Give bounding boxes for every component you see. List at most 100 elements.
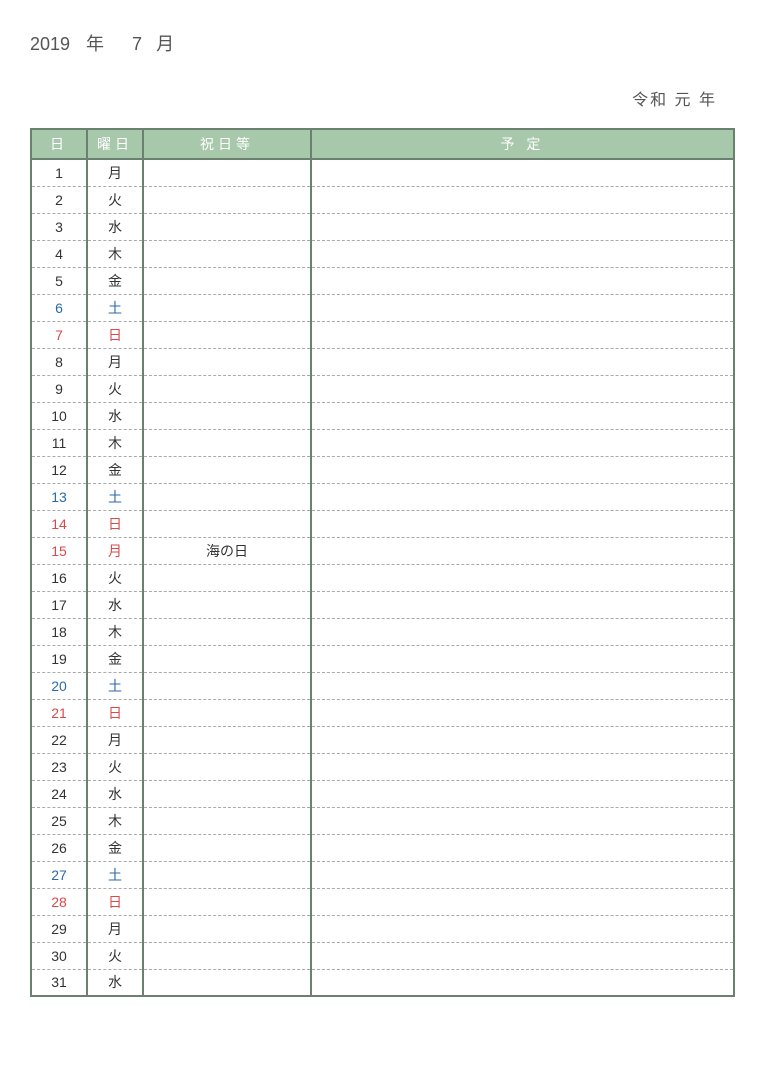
table-row: 3水 bbox=[31, 213, 734, 240]
table-row: 12金 bbox=[31, 456, 734, 483]
table-row: 13土 bbox=[31, 483, 734, 510]
holiday-cell bbox=[143, 915, 311, 942]
table-row: 28日 bbox=[31, 888, 734, 915]
holiday-cell bbox=[143, 942, 311, 969]
dow-cell: 火 bbox=[87, 564, 143, 591]
holiday-cell bbox=[143, 213, 311, 240]
table-row: 27土 bbox=[31, 861, 734, 888]
dow-cell: 水 bbox=[87, 402, 143, 429]
plan-cell bbox=[311, 645, 734, 672]
plan-cell bbox=[311, 186, 734, 213]
dow-cell: 水 bbox=[87, 213, 143, 240]
table-row: 11木 bbox=[31, 429, 734, 456]
dow-cell: 火 bbox=[87, 186, 143, 213]
dow-cell: 月 bbox=[87, 726, 143, 753]
year-value: 2019 bbox=[30, 34, 70, 55]
day-cell: 28 bbox=[31, 888, 87, 915]
plan-cell bbox=[311, 888, 734, 915]
month-label: 月 bbox=[156, 30, 174, 56]
plan-cell bbox=[311, 699, 734, 726]
dow-cell: 木 bbox=[87, 429, 143, 456]
dow-cell: 土 bbox=[87, 483, 143, 510]
plan-cell bbox=[311, 591, 734, 618]
day-cell: 1 bbox=[31, 159, 87, 186]
day-cell: 8 bbox=[31, 348, 87, 375]
header-row: 日 曜日 祝日等 予 定 bbox=[31, 129, 734, 159]
table-row: 22月 bbox=[31, 726, 734, 753]
dow-cell: 土 bbox=[87, 861, 143, 888]
holiday-cell bbox=[143, 186, 311, 213]
col-header-dow: 曜日 bbox=[87, 129, 143, 159]
day-cell: 5 bbox=[31, 267, 87, 294]
day-cell: 23 bbox=[31, 753, 87, 780]
dow-cell: 金 bbox=[87, 267, 143, 294]
dow-cell: 金 bbox=[87, 645, 143, 672]
plan-cell bbox=[311, 969, 734, 996]
holiday-cell bbox=[143, 564, 311, 591]
holiday-cell bbox=[143, 645, 311, 672]
plan-cell bbox=[311, 618, 734, 645]
dow-cell: 水 bbox=[87, 591, 143, 618]
day-cell: 26 bbox=[31, 834, 87, 861]
table-row: 16火 bbox=[31, 564, 734, 591]
plan-cell bbox=[311, 672, 734, 699]
day-cell: 22 bbox=[31, 726, 87, 753]
plan-cell bbox=[311, 375, 734, 402]
dow-cell: 火 bbox=[87, 753, 143, 780]
year-label: 年 bbox=[86, 30, 104, 56]
day-cell: 15 bbox=[31, 537, 87, 564]
holiday-cell bbox=[143, 483, 311, 510]
dow-cell: 土 bbox=[87, 294, 143, 321]
table-row: 19金 bbox=[31, 645, 734, 672]
day-cell: 2 bbox=[31, 186, 87, 213]
dow-cell: 木 bbox=[87, 240, 143, 267]
plan-cell bbox=[311, 834, 734, 861]
plan-cell bbox=[311, 753, 734, 780]
dow-cell: 火 bbox=[87, 942, 143, 969]
day-cell: 24 bbox=[31, 780, 87, 807]
day-cell: 6 bbox=[31, 294, 87, 321]
table-row: 8月 bbox=[31, 348, 734, 375]
plan-cell bbox=[311, 942, 734, 969]
table-row: 23火 bbox=[31, 753, 734, 780]
holiday-cell bbox=[143, 294, 311, 321]
holiday-cell bbox=[143, 807, 311, 834]
plan-cell bbox=[311, 537, 734, 564]
table-row: 2火 bbox=[31, 186, 734, 213]
plan-cell bbox=[311, 861, 734, 888]
holiday-cell bbox=[143, 699, 311, 726]
dow-cell: 日 bbox=[87, 510, 143, 537]
dow-cell: 土 bbox=[87, 672, 143, 699]
holiday-cell bbox=[143, 348, 311, 375]
plan-cell bbox=[311, 321, 734, 348]
day-cell: 16 bbox=[31, 564, 87, 591]
holiday-cell bbox=[143, 159, 311, 186]
day-cell: 27 bbox=[31, 861, 87, 888]
calendar-page: 2019 年 7 月 令和 元 年 日 曜日 祝日等 予 定 1月2火3水4木5… bbox=[0, 0, 765, 1017]
table-row: 17水 bbox=[31, 591, 734, 618]
table-row: 20土 bbox=[31, 672, 734, 699]
day-cell: 12 bbox=[31, 456, 87, 483]
holiday-cell bbox=[143, 780, 311, 807]
table-row: 29月 bbox=[31, 915, 734, 942]
holiday-cell bbox=[143, 753, 311, 780]
day-cell: 17 bbox=[31, 591, 87, 618]
dow-cell: 月 bbox=[87, 348, 143, 375]
plan-cell bbox=[311, 267, 734, 294]
plan-cell bbox=[311, 159, 734, 186]
day-cell: 25 bbox=[31, 807, 87, 834]
table-row: 15月海の日 bbox=[31, 537, 734, 564]
table-row: 31水 bbox=[31, 969, 734, 996]
plan-cell bbox=[311, 726, 734, 753]
plan-cell bbox=[311, 402, 734, 429]
dow-cell: 日 bbox=[87, 699, 143, 726]
dow-cell: 日 bbox=[87, 321, 143, 348]
holiday-cell bbox=[143, 402, 311, 429]
day-cell: 30 bbox=[31, 942, 87, 969]
table-row: 9火 bbox=[31, 375, 734, 402]
dow-cell: 水 bbox=[87, 969, 143, 996]
holiday-cell bbox=[143, 861, 311, 888]
day-cell: 18 bbox=[31, 618, 87, 645]
table-row: 24水 bbox=[31, 780, 734, 807]
table-row: 26金 bbox=[31, 834, 734, 861]
